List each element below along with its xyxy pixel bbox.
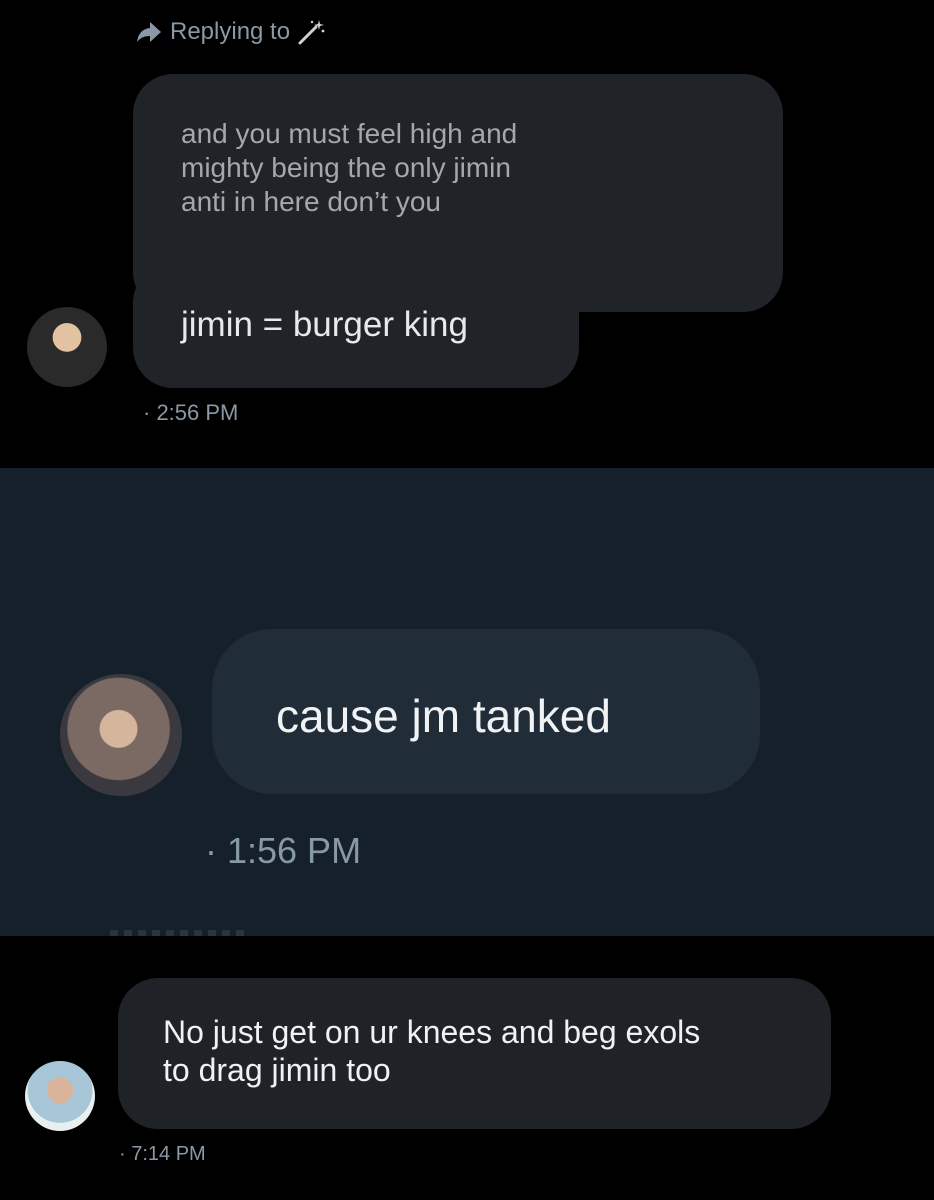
message-bubble-1[interactable]: jimin = burger king xyxy=(133,263,579,388)
quoted-message-text: and you must feel high and mighty being … xyxy=(181,118,518,217)
message-text-1: jimin = burger king xyxy=(181,305,468,344)
avatar[interactable] xyxy=(27,307,107,387)
reply-arrow-icon xyxy=(137,22,161,42)
magic-wand-icon xyxy=(298,20,325,45)
avatar[interactable] xyxy=(25,1061,95,1131)
message-bubble-2[interactable]: cause jm tanked xyxy=(212,629,760,794)
message-bubble-3[interactable]: No just get on ur knees and beg exols to… xyxy=(118,978,831,1129)
replying-to-label: Replying to xyxy=(170,18,291,45)
message-text-3: No just get on ur knees and beg exols to… xyxy=(163,1014,701,1088)
message-text-2: cause jm tanked xyxy=(276,690,611,742)
cropped-text-fragment xyxy=(110,930,250,936)
message-timestamp-3: · 7:14 PM xyxy=(119,1143,206,1165)
reply-header[interactable]: Replying to xyxy=(136,18,326,46)
message-timestamp-2: · 1:56 PM xyxy=(205,830,362,871)
message-timestamp-1: · 2:56 PM xyxy=(143,400,239,425)
avatar[interactable] xyxy=(60,674,182,796)
